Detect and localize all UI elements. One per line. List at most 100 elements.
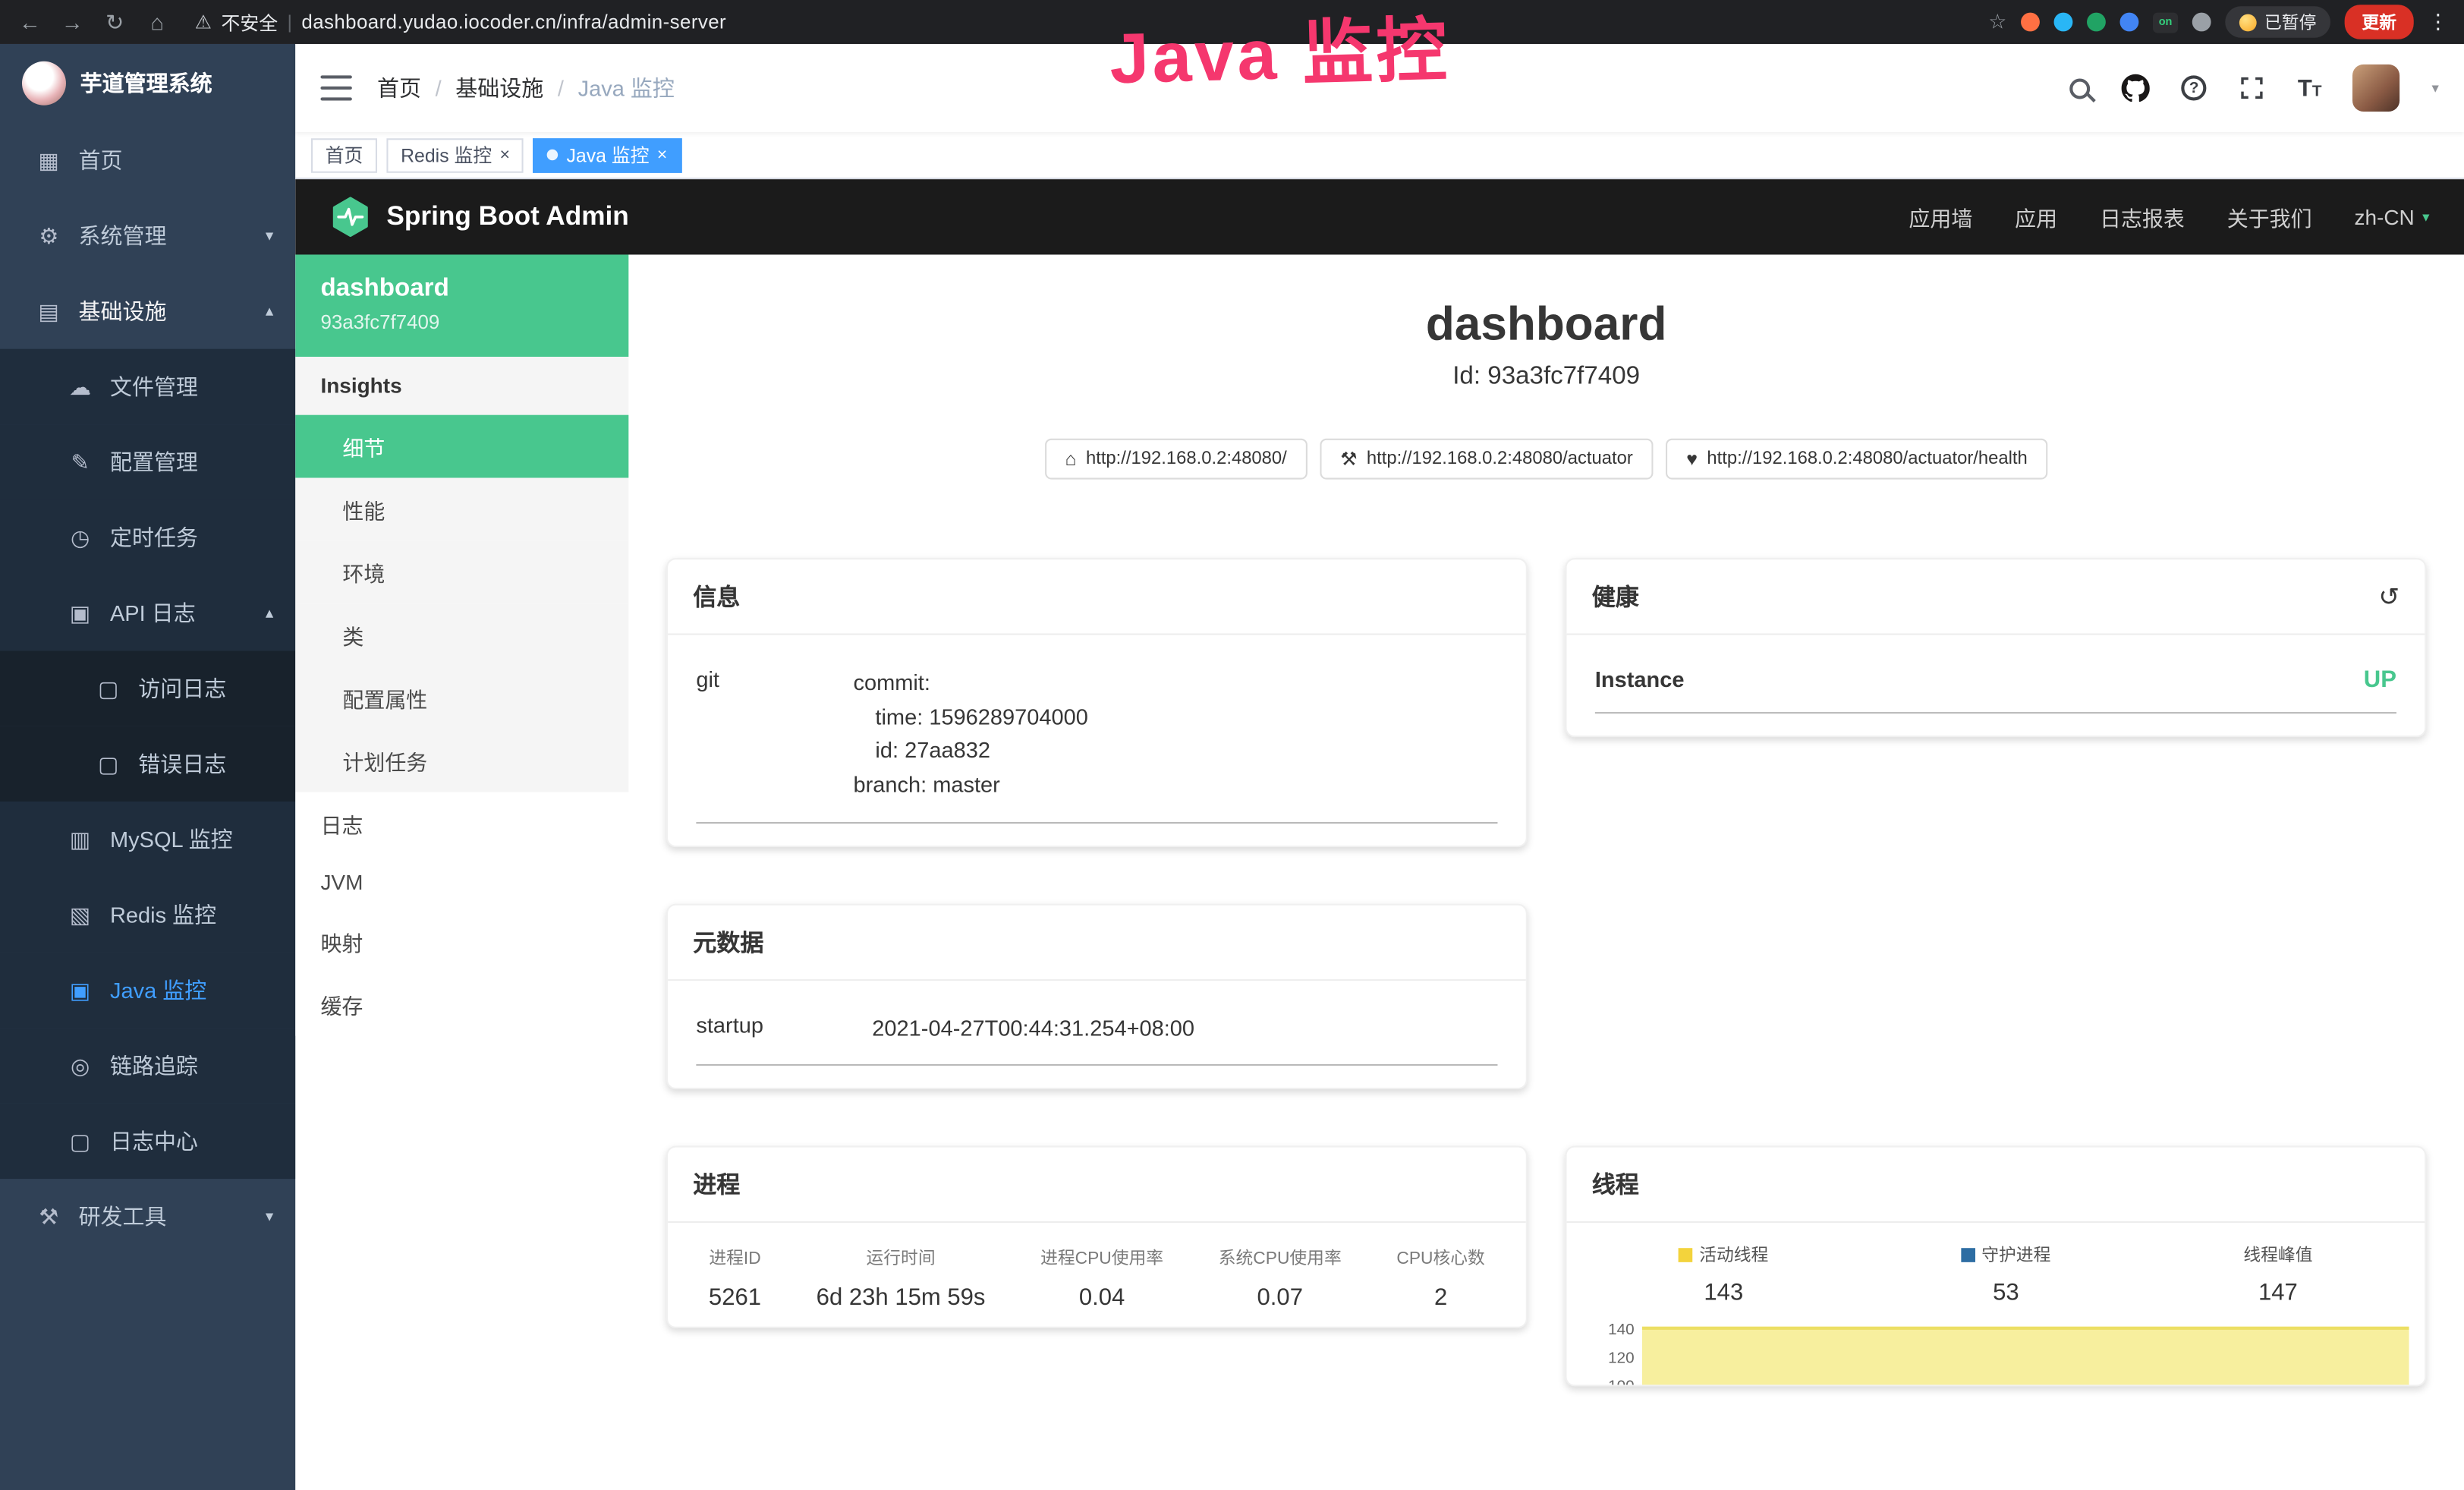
info-card: 信息 git commit: time: 1596289704000 id: 2… [666,558,1528,847]
sidebar-toggle-icon[interactable] [320,75,351,100]
git-time-line: time: 1596289704000 [853,701,1087,735]
history-icon[interactable]: ↺ [2378,581,2399,612]
threads-card-title: 线程 [1567,1148,2425,1224]
infrastructure-icon: ▤ [31,298,66,324]
dashboard-icon: ▦ [31,147,66,174]
sba-brand[interactable]: Spring Boot Admin [386,201,628,232]
update-button[interactable]: 更新 [2345,5,2414,39]
sba-nav-about[interactable]: 关于我们 [2227,201,2312,232]
sba-item-jvm[interactable]: JVM [295,855,628,910]
search-icon[interactable] [2070,78,2091,99]
sba-nav-journal[interactable]: 日志报表 [2100,201,2185,232]
extension-icon[interactable] [2054,13,2073,32]
tab-java-monitor[interactable]: Java 监控 × [533,137,681,172]
sba-item-config-props[interactable]: 配置属性 [295,666,628,729]
github-icon[interactable] [2122,74,2150,102]
close-icon[interactable]: × [657,146,667,165]
metadata-row-startup: startup 2021-04-27T00:44:31.254+08:00 [696,987,1497,1066]
health-url-button[interactable]: ♥ http://192.168.0.2:48080/actuator/heal… [1666,439,2047,480]
sidebar-item-tracing[interactable]: ◎ 链路追踪 [0,1028,295,1103]
sidebar-item-java-monitor[interactable]: ▣ Java 监控 [0,953,295,1028]
actuator-url-button[interactable]: ⚒ http://192.168.0.2:48080/actuator [1320,439,1653,480]
sba-item-metrics[interactable]: 性能 [295,478,628,541]
service-url-button[interactable]: ⌂ http://192.168.0.2:48080/ [1045,439,1308,480]
navbar: 首页 / 基础设施 / Java 监控 ? TT ▾ [295,44,2464,132]
breadcrumb-separator: / [436,75,442,100]
back-icon[interactable]: ← [16,9,44,34]
redis-stack-icon: ▧ [63,902,98,928]
url-text[interactable]: dashboard.yudao.iocoder.cn/infra/admin-s… [301,11,726,33]
close-icon[interactable]: × [500,146,510,165]
extension-icon[interactable] [2120,13,2139,32]
sba-item-scheduled-tasks[interactable]: 计划任务 [295,729,628,792]
sidebar-item-log-center[interactable]: ▢ 日志中心 [0,1104,295,1179]
sba-item-details[interactable]: 细节 [295,415,628,478]
paused-badge[interactable]: 已暂停 [2225,6,2330,37]
sidebar-item-error-log[interactable]: ▢ 错误日志 [0,726,295,802]
locale-selector[interactable]: zh-CN ▾ [2354,205,2429,228]
edit-icon: ✎ [63,449,98,475]
health-card: 健康 ↺ Instance UP [1566,558,2427,737]
wrench-icon: ⚒ [1340,448,1357,470]
tab-redis-monitor[interactable]: Redis 监控 × [386,137,524,172]
sba-logo-icon [330,197,371,238]
sidebar-item-home[interactable]: ▦ 首页 [0,123,295,198]
user-avatar[interactable] [2353,65,2400,112]
home-icon[interactable]: ⌂ [143,9,171,34]
chevron-up-icon: ▴ [266,303,273,320]
extension-icon[interactable] [2021,13,2040,32]
chevron-down-icon: ▾ [266,227,273,244]
sba-item-caches[interactable]: 缓存 [295,973,628,1036]
sidebar-item-config-manage[interactable]: ✎ 配置管理 [0,424,295,499]
forward-icon[interactable]: → [58,9,87,34]
sidebar-item-api-log[interactable]: ▣ API 日志 ▴ [0,575,295,650]
breadcrumb-home[interactable]: 首页 [377,72,421,103]
sidebar-item-file-manage[interactable]: ☁ 文件管理 [0,349,295,424]
sidebar-item-dev-tools[interactable]: ⚒ 研发工具 ▾ [0,1179,295,1254]
sidebar-item-access-log[interactable]: ▢ 访问日志 [0,650,295,726]
tags-view: 首页 Redis 监控 × Java 监控 × [295,132,2464,179]
browser-menu-icon[interactable]: ⋮ [2428,9,2448,34]
home-icon: ⌂ [1065,448,1077,470]
legend-swatch-blue [1961,1248,1975,1262]
logo-title: 芋道管理系统 [80,68,212,99]
avatar-caret-icon[interactable]: ▾ [2431,80,2438,97]
legend-peak-threads: 线程峰值 147 [2243,1243,2312,1307]
threads-card: 线程 活动线程 143 [1566,1147,2427,1388]
font-size-icon[interactable]: TT [2298,74,2322,101]
sba-item-logs[interactable]: 日志 [295,792,628,855]
active-threads-area [1642,1328,2409,1386]
sba-nav-wallboard[interactable]: 应用墙 [1909,201,1972,232]
stat-uptime: 运行时间 6d 23h 15m 59s [817,1246,986,1312]
clock-icon: ◷ [63,524,98,551]
extension-on-badge[interactable]: on [2153,12,2178,33]
fullscreen-icon[interactable] [2238,74,2266,102]
sba-nav-applications[interactable]: 应用 [2015,201,2057,232]
heart-icon: ♥ [1686,448,1698,470]
active-dot [548,150,559,160]
sidebar-item-mysql-monitor[interactable]: ▥ MySQL 监控 [0,802,295,877]
breadcrumb-separator: / [558,75,564,100]
help-icon[interactable]: ? [2182,75,2207,100]
sidebar-item-infrastructure[interactable]: ▤ 基础设施 ▴ [0,273,295,348]
sba-sidebar: dashboard 93a3fc7f7409 Insights 细节 性能 环境… [295,254,628,1490]
sidebar-item-scheduled-jobs[interactable]: ◷ 定时任务 [0,500,295,575]
extension-icon[interactable] [2087,13,2106,32]
cloud-icon: ☁ [63,373,98,400]
sidebar-item-system[interactable]: ⚙ 系统管理 ▾ [0,198,295,273]
sba-item-mappings[interactable]: 映射 [295,910,628,973]
breadcrumb-infra[interactable]: 基础设施 [455,72,543,103]
tab-home[interactable]: 首页 [311,137,377,172]
address-bar[interactable]: ⚠ 不安全 | dashboard.yudao.iocoder.cn/infra… [195,8,726,35]
sidebar-item-redis-monitor[interactable]: ▧ Redis 监控 [0,877,295,953]
process-stats: 进程ID 5261 运行时间 6d 23h 15m 59s 进程CPU使用率 [668,1224,1526,1328]
sba-item-environment[interactable]: 环境 [295,540,628,603]
metadata-card: 元数据 startup 2021-04-27T00:44:31.254+08:0… [666,903,1528,1090]
extensions-puzzle-icon[interactable] [2192,13,2211,32]
sba-section-insights: Insights [295,357,628,415]
sba-item-classes[interactable]: 类 [295,603,628,666]
instance-links: ⌂ http://192.168.0.2:48080/ ⚒ http://192… [666,439,2426,480]
reload-icon[interactable]: ↻ [101,8,129,35]
page-title: dashboard [666,298,2426,351]
bookmark-star-icon[interactable]: ☆ [1988,9,2006,34]
